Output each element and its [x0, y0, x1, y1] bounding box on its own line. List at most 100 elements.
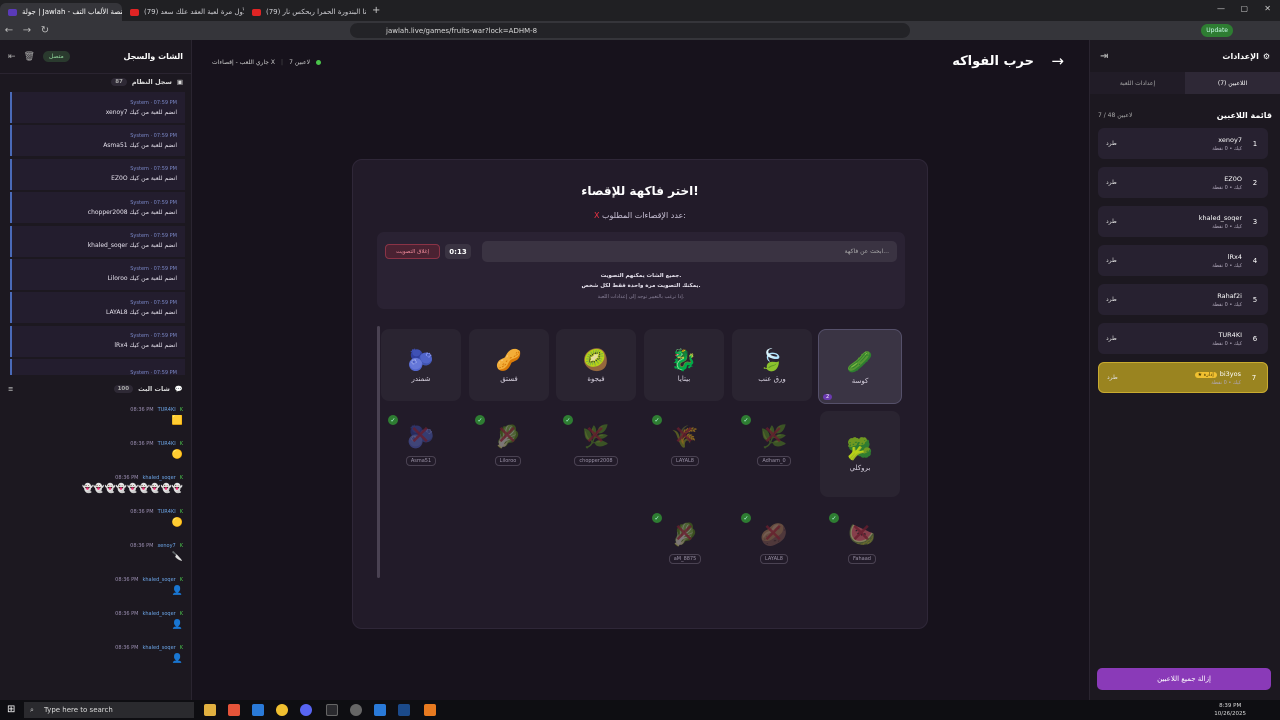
chat-username[interactable]: TUR4KI: [158, 441, 176, 447]
back-arrow-icon[interactable]: →: [1051, 52, 1064, 70]
chat-message: 08:36 PM khaled_soqer K 👤: [8, 637, 183, 671]
terminal-app-icon[interactable]: [326, 704, 338, 716]
tab-players[interactable]: اللاعبين (7): [1185, 72, 1280, 94]
browser-tab-active[interactable]: جولة | Jawlah - منصة الألعاب التف ✕: [0, 3, 122, 21]
chat-emoji: 🔪: [171, 551, 183, 562]
player-row: طرد Rahaf2i كيك • 0 نقطة 5: [1098, 284, 1268, 315]
syslog-meta: System · 07:59 PM: [130, 333, 177, 340]
file-explorer-icon[interactable]: [204, 704, 216, 716]
maximize-icon[interactable]: ▢: [1240, 4, 1248, 13]
fruit-option[interactable]: 🐉 بيتايا: [644, 329, 724, 401]
system-clock[interactable]: 8:39 PM 10/26/2025: [1214, 702, 1246, 718]
player-name: lRx4: [1228, 253, 1242, 261]
chat-list[interactable]: 08:36 PM TUR4KI K 🟨 08:36 PM TUR4KI K 🟡 08:36 PM…: [0, 397, 191, 673]
kick-player-button[interactable]: طرد: [1106, 335, 1117, 342]
store-icon[interactable]: [252, 704, 264, 716]
chat-emoji: 👻👻👻👻👻👻👻👻👻: [82, 483, 183, 494]
eliminated-player: ✓ 🍉 Fahaad: [829, 513, 889, 587]
syslog-title: سجل النظام: [131, 78, 172, 86]
app-icon[interactable]: [424, 704, 436, 716]
close-window-icon[interactable]: ✕: [1264, 4, 1271, 13]
settings-header: ⇥ الإعدادات ⚙: [1090, 40, 1280, 72]
player-points: كيك • 0 نقطة: [1212, 262, 1242, 269]
taskbar: ⊞ ⌕ Type here to search 8:39 PM 10/26/20…: [0, 700, 1280, 720]
chat-message: 08:36 PM TUR4KI K 🟨: [8, 399, 183, 433]
tab-game-settings[interactable]: إعدادات اللعبة: [1090, 72, 1185, 94]
trash-icon[interactable]: 🗑: [24, 52, 35, 62]
forward-icon[interactable]: →: [18, 25, 36, 36]
brave-browser-icon[interactable]: [228, 704, 240, 716]
kick-player-button[interactable]: طرد: [1106, 140, 1117, 147]
update-button[interactable]: Update: [1201, 24, 1233, 37]
player-name-text: Rahaf2i: [1217, 291, 1242, 300]
chat-username[interactable]: TUR4KI: [158, 509, 176, 515]
chat-username[interactable]: khaled_soqer: [142, 475, 175, 481]
chat-emoji: 👤: [171, 619, 183, 630]
app-icon[interactable]: [276, 704, 288, 716]
player-name: Rahaf2i: [1217, 292, 1242, 300]
steam-icon[interactable]: [398, 704, 410, 716]
player-name-text: lRx4: [1227, 252, 1242, 261]
chat-username[interactable]: TUR4KI: [158, 407, 176, 413]
site-icon: [8, 8, 17, 16]
minimize-icon[interactable]: —: [1217, 4, 1225, 13]
tab-label: إعدادات اللعبة: [1119, 79, 1156, 87]
browser-tab[interactable]: (79) لأول مرة لعبة العقد علك سعد: [122, 3, 244, 21]
chat-time: 08:36 PM: [130, 440, 154, 447]
syslog-text: chopper2008 انضم للعبة من كيك: [87, 208, 177, 216]
menu-icon[interactable]: ≡: [8, 385, 13, 393]
eliminated-fruit-image: 🌿: [582, 421, 609, 451]
discord-icon[interactable]: [300, 704, 312, 716]
syslog-header: 87 سجل النظام ▣: [0, 74, 191, 90]
chat-username[interactable]: khaled_soqer: [142, 645, 175, 651]
eliminated-player: ✓ 🌿 Adham_0: [741, 415, 801, 489]
back-icon[interactable]: ←: [0, 25, 18, 36]
fruit-grid: 🥒 كوسة 2 🍃 ورق عنب 🐉 بيتايا 🥝 فيجوة 🥜 فستق 🫐 شمندر 🥦 ب…: [352, 0, 928, 700]
eliminated-player: ✓ 🌿 chopper2008: [563, 415, 623, 489]
chat-title: شات البث: [138, 385, 170, 393]
clock-time: 8:39 PM: [1219, 703, 1242, 709]
chat-username[interactable]: xenoy7: [157, 543, 175, 549]
kick-player-button[interactable]: طرد: [1106, 218, 1117, 225]
kick-player-button[interactable]: طرد: [1106, 257, 1117, 264]
gear-icon: ⚙: [1262, 51, 1270, 61]
browser-tab[interactable]: (79) انا البندورة الحمرا ربحكس نار: [244, 3, 366, 21]
player-row: طرد EZ0O كيك • 0 نقطة 2: [1098, 167, 1268, 198]
tab-label: (79) انا البندورة الحمرا ربحكس نار: [266, 8, 366, 16]
chat-time: 08:36 PM: [115, 610, 139, 617]
fruit-image: 🥒: [846, 349, 874, 374]
kick-player-button[interactable]: طرد: [1107, 374, 1118, 381]
player-points: كيك • 0 نقطة: [1212, 340, 1242, 347]
chat-message: 08:36 PM khaled_soqer K 👤: [8, 603, 183, 637]
chat-panel-header: ⇤ 🗑 متصل الشات والسجل: [0, 40, 191, 74]
taskbar-search-input[interactable]: ⌕ Type here to search: [24, 702, 194, 718]
collapse-icon[interactable]: ⇤: [8, 52, 16, 62]
search-icon: ⌕: [30, 705, 34, 714]
fruit-name: ورق عنب: [758, 375, 786, 383]
fruit-option[interactable]: 🥝 فيجوة: [556, 329, 636, 401]
mail-icon[interactable]: [374, 704, 386, 716]
remove-all-players-button[interactable]: إزالة جميع اللاعبين: [1097, 668, 1271, 690]
eliminated-player: ✓ 🥬 aM_8875: [652, 513, 712, 587]
fruit-option[interactable]: 🍃 ورق عنب: [732, 329, 812, 401]
obs-icon[interactable]: [350, 704, 362, 716]
syslog-meta: System · 07:59 PM: [130, 199, 177, 206]
fruit-option[interactable]: 🥒 كوسة 2: [818, 329, 902, 404]
collapse-panel-icon[interactable]: ⇥: [1100, 51, 1108, 62]
fruit-name: شمندر: [411, 375, 431, 383]
chat-username[interactable]: khaled_soqer: [142, 611, 175, 617]
fruit-option[interactable]: 🥜 فستق: [469, 329, 549, 401]
kick-player-button[interactable]: طرد: [1106, 296, 1117, 303]
reload-icon[interactable]: ↻: [36, 25, 54, 36]
windows-start-icon[interactable]: ⊞: [7, 704, 15, 715]
player-number: 4: [1252, 256, 1258, 265]
syslog-count: 87: [111, 78, 127, 86]
fruit-option[interactable]: 🥦 بروكلي: [820, 411, 900, 497]
chat-username[interactable]: khaled_soqer: [142, 577, 175, 583]
kick-platform-icon: K: [179, 508, 183, 515]
player-number: 3: [1252, 217, 1258, 226]
fruit-option[interactable]: 🫐 شمندر: [381, 329, 461, 401]
kick-player-button[interactable]: طرد: [1106, 179, 1117, 186]
syslog-entry: System · 07:59 PM Asma51 انضم للعبة من كي…: [10, 125, 185, 157]
syslog-list[interactable]: System · 07:59 PM xenoy7 انضم للعبة من كي…: [0, 90, 191, 375]
